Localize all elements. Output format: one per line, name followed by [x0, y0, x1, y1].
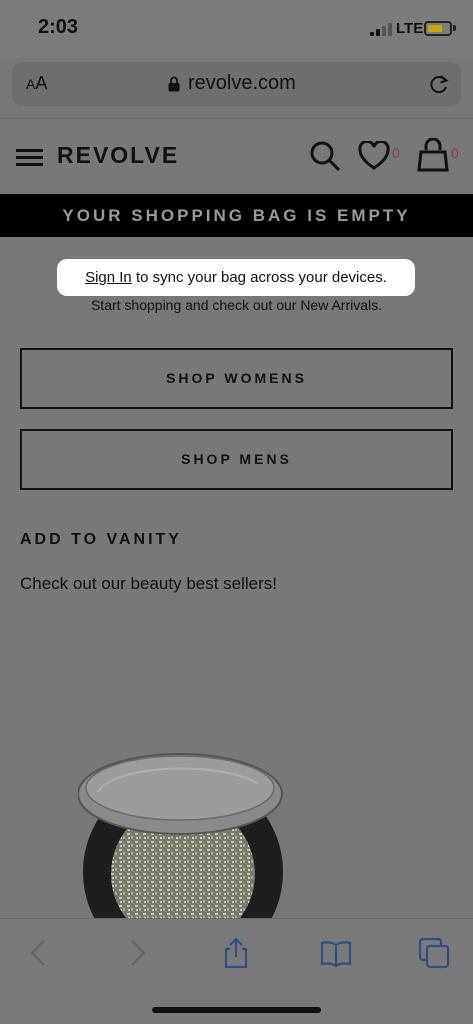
hamburger-menu-icon[interactable]: [16, 149, 43, 167]
address-bar[interactable]: AA revolve.com: [12, 62, 461, 106]
tabs-icon[interactable]: [418, 937, 450, 969]
vanity-section-title: ADD TO VANITY: [20, 531, 182, 548]
lock-icon: [168, 76, 180, 92]
bag-count: 0: [451, 145, 459, 161]
text-size-button[interactable]: AA: [26, 73, 47, 94]
empty-bag-banner: YOUR SHOPPING BAG IS EMPTY: [0, 194, 473, 237]
share-icon[interactable]: [220, 937, 252, 969]
sign-in-link[interactable]: Sign In: [85, 269, 132, 286]
sign-in-message: Sign In to sync your bag across your dev…: [57, 259, 415, 296]
site-header: REVOLVE 0 0: [0, 125, 473, 189]
shopping-subtext: Start shopping and check out our New Arr…: [90, 297, 383, 313]
revolve-logo[interactable]: REVOLVE: [57, 142, 179, 169]
text-size-small: A: [26, 76, 36, 92]
eyeshadow-product-image[interactable]: [78, 752, 288, 918]
shop-mens-button[interactable]: SHOP MENS: [20, 429, 453, 490]
status-bar: 2:03 LTE: [0, 0, 473, 58]
reload-icon[interactable]: [428, 73, 450, 95]
battery-icon: [424, 21, 452, 36]
home-indicator[interactable]: [152, 1007, 321, 1013]
signal-icon: [370, 22, 392, 36]
heart-icon[interactable]: [358, 141, 390, 171]
battery-nub: [453, 25, 456, 31]
shop-womens-button[interactable]: SHOP WOMENS: [20, 348, 453, 409]
shopping-bag-icon[interactable]: [416, 138, 450, 172]
search-icon[interactable]: [309, 140, 341, 172]
back-icon[interactable]: [24, 937, 56, 969]
vanity-section-subtitle: Check out our beauty best sellers!: [20, 574, 278, 593]
text-size-big: A: [35, 73, 48, 93]
network-label: LTE: [396, 20, 424, 37]
forward-icon[interactable]: [120, 937, 152, 969]
url-text[interactable]: revolve.com: [188, 72, 296, 95]
sign-in-text: to sync your bag across your devices.: [131, 269, 387, 286]
status-time: 2:03: [38, 16, 79, 38]
wishlist-count: 0: [392, 145, 400, 161]
bookmarks-icon[interactable]: [320, 937, 352, 969]
divider: [0, 118, 473, 119]
